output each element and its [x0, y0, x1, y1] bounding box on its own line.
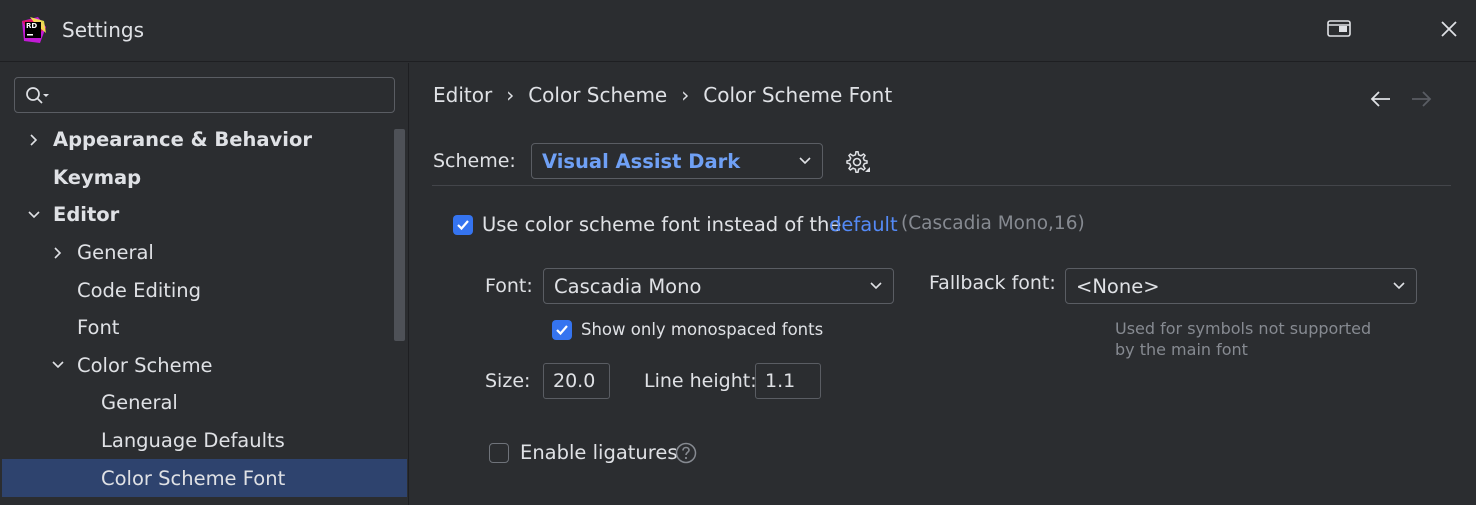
chevron-down-icon[interactable] — [26, 207, 42, 223]
sidebar-item-color-scheme-font[interactable]: Color Scheme Font — [2, 459, 407, 497]
checkmark-icon — [457, 220, 469, 231]
chevron-right-icon[interactable] — [50, 245, 66, 261]
sidebar-scrollbar[interactable] — [394, 129, 405, 341]
sidebar-item-font[interactable]: Font — [0, 309, 408, 347]
sidebar-item-keymap[interactable]: Keymap — [0, 159, 408, 197]
back-button[interactable] — [1369, 87, 1393, 111]
sidebar-item-general[interactable]: General — [0, 234, 408, 272]
size-label: Size: — [485, 370, 531, 392]
help-icon — [675, 442, 697, 464]
monospaced-only-checkbox[interactable] — [552, 320, 572, 340]
size-field[interactable] — [543, 363, 610, 399]
breadcrumb-item-editor[interactable]: Editor — [433, 83, 492, 107]
default-font-hint: (Cascadia Mono,16) — [901, 213, 1085, 234]
sidebar-item-label: Color Scheme Font — [101, 466, 286, 490]
sidebar-item-label: Editor — [53, 203, 120, 227]
sidebar-item-color-scheme[interactable]: Color Scheme — [0, 347, 408, 385]
close-icon — [1441, 21, 1457, 37]
breadcrumb: Editor › Color Scheme › Color Scheme Fon… — [433, 83, 892, 107]
chevron-down-icon — [870, 282, 882, 290]
settings-sidebar: Appearance & Behavior Keymap Editor General… — [0, 63, 408, 505]
fallback-font-hint: Used for symbols not supported by the ma… — [1115, 318, 1415, 360]
sidebar-item-label: Keymap — [53, 165, 142, 189]
line-height-label: Line height: — [644, 370, 757, 392]
navigation-arrows — [1369, 87, 1433, 111]
sidebar-item-label: Font — [77, 316, 120, 340]
chevron-down-icon[interactable] — [50, 357, 66, 373]
monospaced-only-label[interactable]: Show only monospaced fonts — [581, 320, 823, 339]
use-scheme-font-checkbox[interactable] — [453, 215, 473, 235]
sidebar-item-label: Color Scheme — [77, 353, 213, 377]
search-box[interactable] — [14, 77, 395, 113]
back-arrow-icon — [1370, 91, 1390, 107]
sidebar-item-label: General — [101, 391, 178, 415]
fallback-font-label: Fallback font: — [929, 272, 1056, 294]
scheme-dropdown[interactable]: Visual Assist Dark — [531, 143, 823, 179]
help-button[interactable] — [675, 442, 697, 464]
settings-content: Editor › Color Scheme › Color Scheme Fon… — [409, 63, 1476, 505]
sidebar-item-label: Language Defaults — [101, 429, 285, 453]
fallback-font-dropdown[interactable]: <None> — [1065, 268, 1417, 304]
sidebar-item-label: General — [77, 241, 154, 265]
sidebar-item-general[interactable]: General — [0, 384, 408, 422]
gear-icon — [846, 151, 870, 173]
fallback-font-value: <None> — [1076, 275, 1160, 298]
font-value: Cascadia Mono — [554, 275, 702, 298]
title-bar: RD Settings — [0, 0, 1476, 62]
settings-tree: Appearance & Behavior Keymap Editor General… — [0, 121, 408, 497]
scheme-label: Scheme: — [433, 150, 516, 172]
breadcrumb-item-color-scheme[interactable]: Color Scheme — [528, 83, 667, 107]
close-button[interactable] — [1434, 14, 1464, 44]
breadcrumb-separator: › — [506, 83, 515, 107]
breadcrumb-item-color-scheme-font: Color Scheme Font — [703, 83, 893, 107]
chevron-down-icon — [1393, 282, 1405, 290]
search-input[interactable] — [59, 82, 389, 108]
sidebar-item-appearance-behavior[interactable]: Appearance & Behavior — [0, 121, 408, 159]
detach-window-button[interactable] — [1324, 14, 1354, 44]
default-font-link[interactable]: default — [829, 213, 898, 236]
use-scheme-font-label[interactable]: Use color scheme font instead of the — [482, 213, 841, 236]
scheme-actions-button[interactable] — [845, 150, 871, 176]
rider-logo-icon: RD — [20, 17, 46, 43]
sidebar-item-editor[interactable]: Editor — [0, 196, 408, 234]
line-height-field[interactable] — [755, 363, 821, 399]
sidebar-item-label: Appearance & Behavior — [53, 128, 312, 152]
search-icon — [26, 87, 49, 104]
font-dropdown[interactable]: Cascadia Mono — [543, 268, 894, 304]
scheme-value: Visual Assist Dark — [542, 150, 741, 173]
ligatures-label[interactable]: Enable ligatures — [520, 441, 678, 464]
separator — [432, 185, 1451, 186]
sidebar-item-code-editing[interactable]: Code Editing — [0, 271, 408, 309]
sidebar-item-language-defaults[interactable]: Language Defaults — [0, 422, 408, 460]
sidebar-item-label: Code Editing — [77, 278, 202, 302]
breadcrumb-separator: › — [681, 83, 690, 107]
font-label: Font: — [485, 275, 533, 297]
chevron-right-icon[interactable] — [26, 132, 42, 148]
fallback-hint-line: Used for symbols not supported — [1115, 319, 1372, 338]
forward-button[interactable] — [1409, 87, 1433, 111]
logo-text: RD — [26, 22, 38, 30]
forward-arrow-icon — [1412, 91, 1432, 107]
window-title: Settings — [62, 18, 145, 42]
chevron-down-icon — [799, 157, 811, 165]
ligatures-checkbox[interactable] — [489, 443, 509, 463]
detach-window-icon — [1327, 20, 1351, 37]
fallback-hint-line: by the main font — [1115, 340, 1248, 359]
checkmark-icon — [556, 325, 568, 336]
